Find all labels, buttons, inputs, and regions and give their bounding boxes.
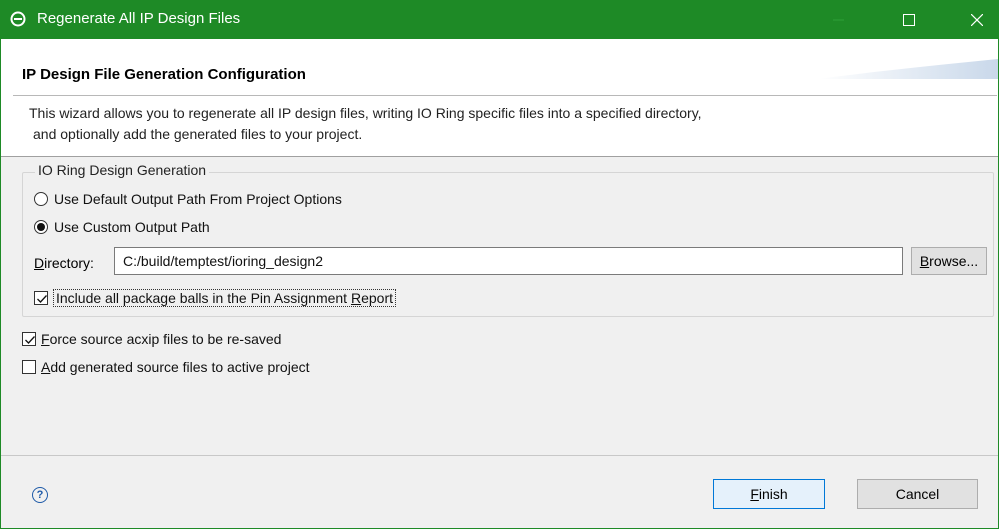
dialog-window: Regenerate All IP Design Files IP Design… — [0, 0, 999, 529]
force-resave-text: orce source acxip files to be re-saved — [49, 331, 282, 347]
header-separator — [13, 95, 997, 96]
browse-label: rowse... — [929, 253, 979, 269]
minimize-button[interactable] — [816, 0, 862, 39]
include-balls-suffix: eport — [361, 290, 394, 306]
eclipse-icon — [10, 11, 26, 27]
browse-button[interactable]: Browse... — [911, 247, 987, 275]
force-resave-checkbox[interactable]: Force source acxip files to be re-saved — [22, 331, 281, 347]
radio-custom-label: Use Custom Output Path — [54, 219, 210, 235]
include-package-balls-label: Include all package balls in the Pin Ass… — [53, 289, 397, 307]
cancel-button[interactable]: Cancel — [857, 479, 978, 509]
directory-label: Directory: — [34, 255, 94, 271]
add-to-project-text: dd generated source files to active proj… — [50, 359, 310, 375]
browse-mnemonic: B — [919, 253, 930, 269]
include-package-balls-checkbox[interactable]: Include all package balls in the Pin Ass… — [34, 289, 397, 307]
group-legend: IO Ring Design Generation — [35, 162, 210, 178]
help-icon[interactable]: ? — [32, 487, 48, 503]
checkbox-unchecked[interactable] — [22, 360, 36, 374]
radio-button-selected[interactable] — [34, 220, 48, 234]
force-resave-label: Force source acxip files to be re-saved — [41, 331, 281, 347]
close-icon — [971, 14, 983, 26]
radio-default-label: Use Default Output Path From Project Opt… — [54, 191, 342, 207]
include-balls-mnemonic: R — [350, 290, 362, 306]
add-to-project-checkbox[interactable]: Add generated source files to active pro… — [22, 359, 310, 375]
finish-mnemonic: F — [750, 486, 759, 502]
directory-mnemonic: D — [34, 255, 45, 271]
window-title: Regenerate All IP Design Files — [37, 10, 241, 27]
close-button[interactable] — [954, 0, 999, 39]
maximize-button[interactable] — [886, 0, 932, 39]
finish-label: inish — [758, 486, 788, 502]
directory-label-text: irectory: — [44, 255, 94, 271]
checkbox-checked[interactable] — [22, 332, 36, 346]
page-title: IP Design File Generation Configuration — [22, 66, 306, 83]
radio-button[interactable] — [34, 192, 48, 206]
footer-separator — [1, 455, 998, 456]
finish-button[interactable]: Finish — [713, 479, 825, 509]
description-line-2: and optionally add the generated files t… — [33, 126, 363, 142]
minimize-icon — [833, 19, 844, 21]
radio-default-output-path[interactable]: Use Default Output Path From Project Opt… — [34, 191, 342, 207]
add-to-project-mnemonic: A — [41, 359, 51, 375]
checkmark-icon — [37, 295, 47, 303]
add-to-project-label: Add generated source files to active pro… — [41, 359, 310, 375]
wizard-header: IP Design File Generation Configuration … — [1, 39, 998, 157]
include-balls-prefix: Include all package balls in the Pin Ass… — [56, 290, 351, 306]
checkbox-checked[interactable] — [34, 291, 48, 305]
banner-graphic — [818, 59, 998, 79]
description-line-1: This wizard allows you to regenerate all… — [29, 105, 702, 121]
header-bottom-border — [1, 156, 998, 157]
directory-input[interactable] — [114, 247, 903, 275]
wizard-description: This wizard allows you to regenerate all… — [29, 103, 929, 145]
maximize-icon — [903, 14, 915, 26]
title-bar[interactable]: Regenerate All IP Design Files — [1, 0, 999, 39]
radio-custom-output-path[interactable]: Use Custom Output Path — [34, 219, 210, 235]
checkmark-icon — [25, 336, 35, 344]
force-resave-mnemonic: F — [41, 331, 50, 347]
